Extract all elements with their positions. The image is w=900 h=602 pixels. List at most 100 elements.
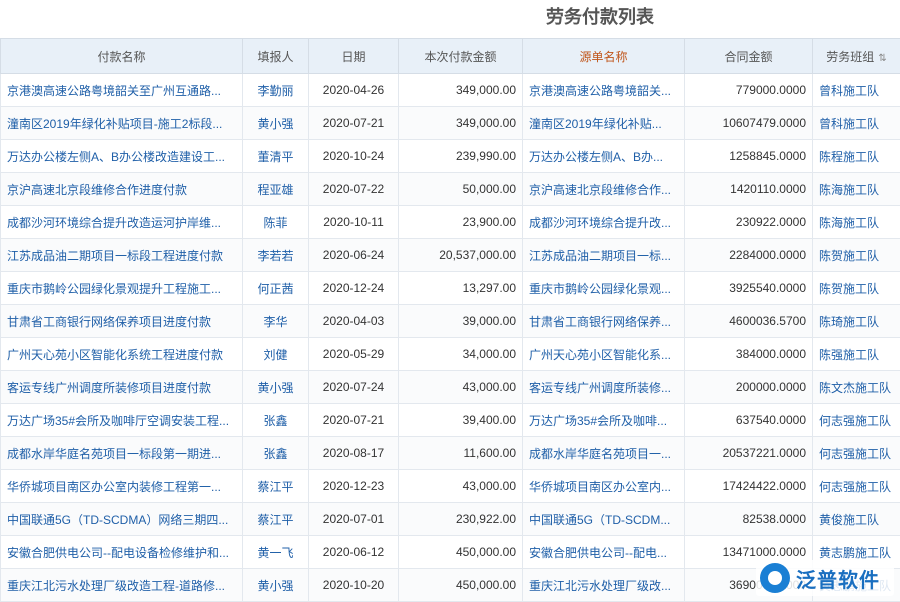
cell-date: 2020-04-26 [309, 74, 399, 107]
watermark-text: 泛普软件 [796, 564, 880, 593]
cell-name[interactable]: 万达办公楼左侧A、B办公楼改造建设工... [1, 140, 243, 173]
cell-name[interactable]: 重庆江北污水处理厂级改造工程-道路修... [1, 569, 243, 602]
cell-contract: 3925540.0000 [685, 272, 813, 305]
cell-source[interactable]: 中国联通5G（TD-SCDM... [523, 503, 685, 536]
cell-date: 2020-07-21 [309, 404, 399, 437]
cell-name[interactable]: 中国联通5G（TD-SCDMA）网络三期四... [1, 503, 243, 536]
cell-source[interactable]: 潼南区2019年绿化补贴... [523, 107, 685, 140]
cell-reporter: 张鑫 [243, 404, 309, 437]
payment-table: 付款名称 填报人 日期 本次付款金额 源单名称 合同金额 劳务班组⇅ 京港澳高速… [0, 38, 900, 602]
cell-name[interactable]: 安徽合肥供电公司--配电设备检修维护和... [1, 536, 243, 569]
cell-date: 2020-08-17 [309, 437, 399, 470]
col-header-reporter[interactable]: 填报人 [243, 39, 309, 74]
sort-icon[interactable]: ⇅ [878, 53, 886, 64]
table-row[interactable]: 重庆市鹅岭公园绿化景观提升工程施工...何正茜2020-12-2413,297.… [1, 272, 900, 305]
cell-team: 陈贺施工队 [813, 239, 900, 272]
cell-source[interactable]: 安徽合肥供电公司--配电... [523, 536, 685, 569]
cell-source[interactable]: 重庆市鹅岭公园绿化景观... [523, 272, 685, 305]
cell-contract: 17424422.0000 [685, 470, 813, 503]
cell-team: 陈琦施工队 [813, 305, 900, 338]
table-row[interactable]: 成都水岸华庭名苑项目一标段第一期进...张鑫2020-08-1711,600.0… [1, 437, 900, 470]
cell-team: 陈海施工队 [813, 206, 900, 239]
col-header-amount[interactable]: 本次付款金额 [399, 39, 523, 74]
cell-contract: 779000.0000 [685, 74, 813, 107]
cell-amount: 349,000.00 [399, 107, 523, 140]
col-header-team[interactable]: 劳务班组⇅ [813, 39, 900, 74]
cell-team: 陈强施工队 [813, 338, 900, 371]
table-row[interactable]: 万达办公楼左侧A、B办公楼改造建设工...董清平2020-10-24239,99… [1, 140, 900, 173]
table-row[interactable]: 客运专线广州调度所装修项目进度付款黄小强2020-07-2443,000.00客… [1, 371, 900, 404]
cell-source[interactable]: 京港澳高速公路粤境韶关... [523, 74, 685, 107]
cell-team: 黄俊施工队 [813, 503, 900, 536]
cell-team: 何志强施工队 [813, 437, 900, 470]
col-header-date[interactable]: 日期 [309, 39, 399, 74]
cell-source[interactable]: 成都水岸华庭名苑项目一... [523, 437, 685, 470]
cell-amount: 43,000.00 [399, 470, 523, 503]
col-header-name[interactable]: 付款名称 [1, 39, 243, 74]
cell-amount: 450,000.00 [399, 569, 523, 602]
cell-amount: 39,000.00 [399, 305, 523, 338]
cell-amount: 23,900.00 [399, 206, 523, 239]
cell-team: 陈贺施工队 [813, 272, 900, 305]
cell-source[interactable]: 成都沙河环境综合提升改... [523, 206, 685, 239]
cell-name[interactable]: 京沪高速北京段维修合作进度付款 [1, 173, 243, 206]
col-header-source[interactable]: 源单名称 [523, 39, 685, 74]
cell-contract: 637540.0000 [685, 404, 813, 437]
table-row[interactable]: 京沪高速北京段维修合作进度付款程亚雄2020-07-2250,000.00京沪高… [1, 173, 900, 206]
cell-name[interactable]: 华侨城项目南区办公室内装修工程第一... [1, 470, 243, 503]
cell-source[interactable]: 广州天心苑小区智能化系... [523, 338, 685, 371]
cell-source[interactable]: 客运专线广州调度所装修... [523, 371, 685, 404]
cell-name[interactable]: 重庆市鹅岭公园绿化景观提升工程施工... [1, 272, 243, 305]
table-row[interactable]: 华侨城项目南区办公室内装修工程第一...蔡江平2020-12-2343,000.… [1, 470, 900, 503]
cell-amount: 43,000.00 [399, 371, 523, 404]
cell-contract: 10607479.0000 [685, 107, 813, 140]
cell-reporter: 黄小强 [243, 371, 309, 404]
cell-reporter: 张鑫 [243, 437, 309, 470]
cell-date: 2020-07-01 [309, 503, 399, 536]
cell-reporter: 何正茜 [243, 272, 309, 305]
cell-team: 曾科施工队 [813, 107, 900, 140]
cell-reporter: 黄小强 [243, 107, 309, 140]
table-row[interactable]: 中国联通5G（TD-SCDMA）网络三期四...蔡江平2020-07-01230… [1, 503, 900, 536]
cell-date: 2020-12-24 [309, 272, 399, 305]
cell-contract: 82538.0000 [685, 503, 813, 536]
cell-source[interactable]: 京沪高速北京段维修合作... [523, 173, 685, 206]
cell-reporter: 蔡江平 [243, 470, 309, 503]
cell-contract: 230922.0000 [685, 206, 813, 239]
table-row[interactable]: 甘肃省工商银行网络保养项目进度付款李华2020-04-0339,000.00甘肃… [1, 305, 900, 338]
cell-source[interactable]: 江苏成品油二期项目一标... [523, 239, 685, 272]
cell-name[interactable]: 成都沙河环境综合提升改造运河护岸维... [1, 206, 243, 239]
table-row[interactable]: 京港澳高速公路粤境韶关至广州互通路...李勤丽2020-04-26349,000… [1, 74, 900, 107]
cell-amount: 39,400.00 [399, 404, 523, 437]
cell-amount: 34,000.00 [399, 338, 523, 371]
table-header-row: 付款名称 填报人 日期 本次付款金额 源单名称 合同金额 劳务班组⇅ [1, 39, 900, 74]
cell-name[interactable]: 万达广场35#会所及咖啡厅空调安装工程... [1, 404, 243, 437]
cell-source[interactable]: 华侨城项目南区办公室内... [523, 470, 685, 503]
table-row[interactable]: 江苏成品油二期项目一标段工程进度付款李若若2020-06-2420,537,00… [1, 239, 900, 272]
cell-amount: 11,600.00 [399, 437, 523, 470]
cell-date: 2020-05-29 [309, 338, 399, 371]
cell-name[interactable]: 广州天心苑小区智能化系统工程进度付款 [1, 338, 243, 371]
cell-reporter: 李若若 [243, 239, 309, 272]
table-row[interactable]: 成都沙河环境综合提升改造运河护岸维...陈菲2020-10-1123,900.0… [1, 206, 900, 239]
cell-name[interactable]: 甘肃省工商银行网络保养项目进度付款 [1, 305, 243, 338]
cell-contract: 200000.0000 [685, 371, 813, 404]
table-row[interactable]: 潼南区2019年绿化补贴项目-施工2标段...黄小强2020-07-21349,… [1, 107, 900, 140]
cell-name[interactable]: 成都水岸华庭名苑项目一标段第一期进... [1, 437, 243, 470]
table-row[interactable]: 广州天心苑小区智能化系统工程进度付款刘健2020-05-2934,000.00广… [1, 338, 900, 371]
cell-source[interactable]: 重庆江北污水处理厂级改... [523, 569, 685, 602]
cell-name[interactable]: 客运专线广州调度所装修项目进度付款 [1, 371, 243, 404]
cell-date: 2020-04-03 [309, 305, 399, 338]
cell-source[interactable]: 甘肃省工商银行网络保养... [523, 305, 685, 338]
cell-source[interactable]: 万达办公楼左侧A、B办... [523, 140, 685, 173]
logo-mark-icon [760, 563, 790, 593]
cell-name[interactable]: 江苏成品油二期项目一标段工程进度付款 [1, 239, 243, 272]
cell-date: 2020-10-20 [309, 569, 399, 602]
cell-source[interactable]: 万达广场35#会所及咖啡... [523, 404, 685, 437]
table-row[interactable]: 万达广场35#会所及咖啡厅空调安装工程...张鑫2020-07-2139,400… [1, 404, 900, 437]
cell-contract: 1420110.0000 [685, 173, 813, 206]
cell-name[interactable]: 京港澳高速公路粤境韶关至广州互通路... [1, 74, 243, 107]
watermark-logo: 泛普软件 [756, 560, 894, 596]
cell-name[interactable]: 潼南区2019年绿化补贴项目-施工2标段... [1, 107, 243, 140]
col-header-contract[interactable]: 合同金额 [685, 39, 813, 74]
